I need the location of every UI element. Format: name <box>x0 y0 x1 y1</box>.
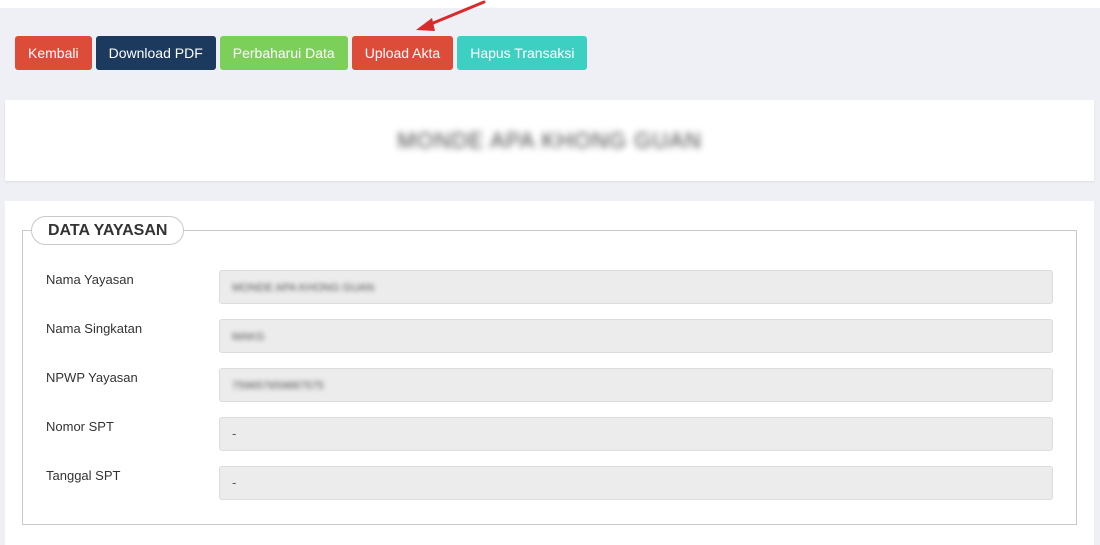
field-value-text: 759657659887575 <box>232 380 324 392</box>
field-row-nama-singkatan: Nama Singkatan MAKG <box>5 319 1094 353</box>
section-legend: DATA YAYASAN <box>31 216 185 245</box>
delete-transaction-button[interactable]: Hapus Transaksi <box>457 36 588 70</box>
field-value-text: MONDE APA KHONG GUAN <box>232 282 375 294</box>
update-data-button[interactable]: Perbaharui Data <box>219 36 348 70</box>
field-value: MONDE APA KHONG GUAN <box>219 270 1053 304</box>
field-value: MAKG <box>219 319 1053 353</box>
field-value: 759657659887575 <box>219 368 1053 402</box>
field-label: Nama Yayasan <box>46 272 134 287</box>
upload-akta-button[interactable]: Upload Akta <box>351 36 454 70</box>
field-row-npwp-yayasan: NPWP Yayasan 759657659887575 <box>5 368 1094 402</box>
annotation-arrow-icon <box>416 0 486 31</box>
back-button[interactable]: Kembali <box>15 36 92 70</box>
field-value-text: MAKG <box>232 331 265 343</box>
field-row-nama-yayasan: Nama Yayasan MONDE APA KHONG GUAN <box>5 270 1094 304</box>
action-toolbar: Kembali Download PDF Perbaharui Data Upl… <box>15 36 588 70</box>
field-value: - <box>219 466 1053 500</box>
field-row-nomor-spt: Nomor SPT - <box>5 417 1094 451</box>
field-label: Tanggal SPT <box>46 468 121 483</box>
foundation-data-card: DATA YAYASAN Nama Yayasan MONDE APA KHON… <box>5 201 1094 545</box>
field-label: NPWP Yayasan <box>46 370 138 385</box>
download-pdf-button[interactable]: Download PDF <box>95 36 216 70</box>
foundation-title-card: MONDE APA KHONG GUAN <box>5 100 1094 181</box>
field-label: Nomor SPT <box>46 419 114 434</box>
page-title: MONDE APA KHONG GUAN <box>397 127 702 153</box>
field-row-tanggal-spt: Tanggal SPT - <box>5 466 1094 500</box>
field-label: Nama Singkatan <box>46 321 143 336</box>
field-value: - <box>219 417 1053 451</box>
